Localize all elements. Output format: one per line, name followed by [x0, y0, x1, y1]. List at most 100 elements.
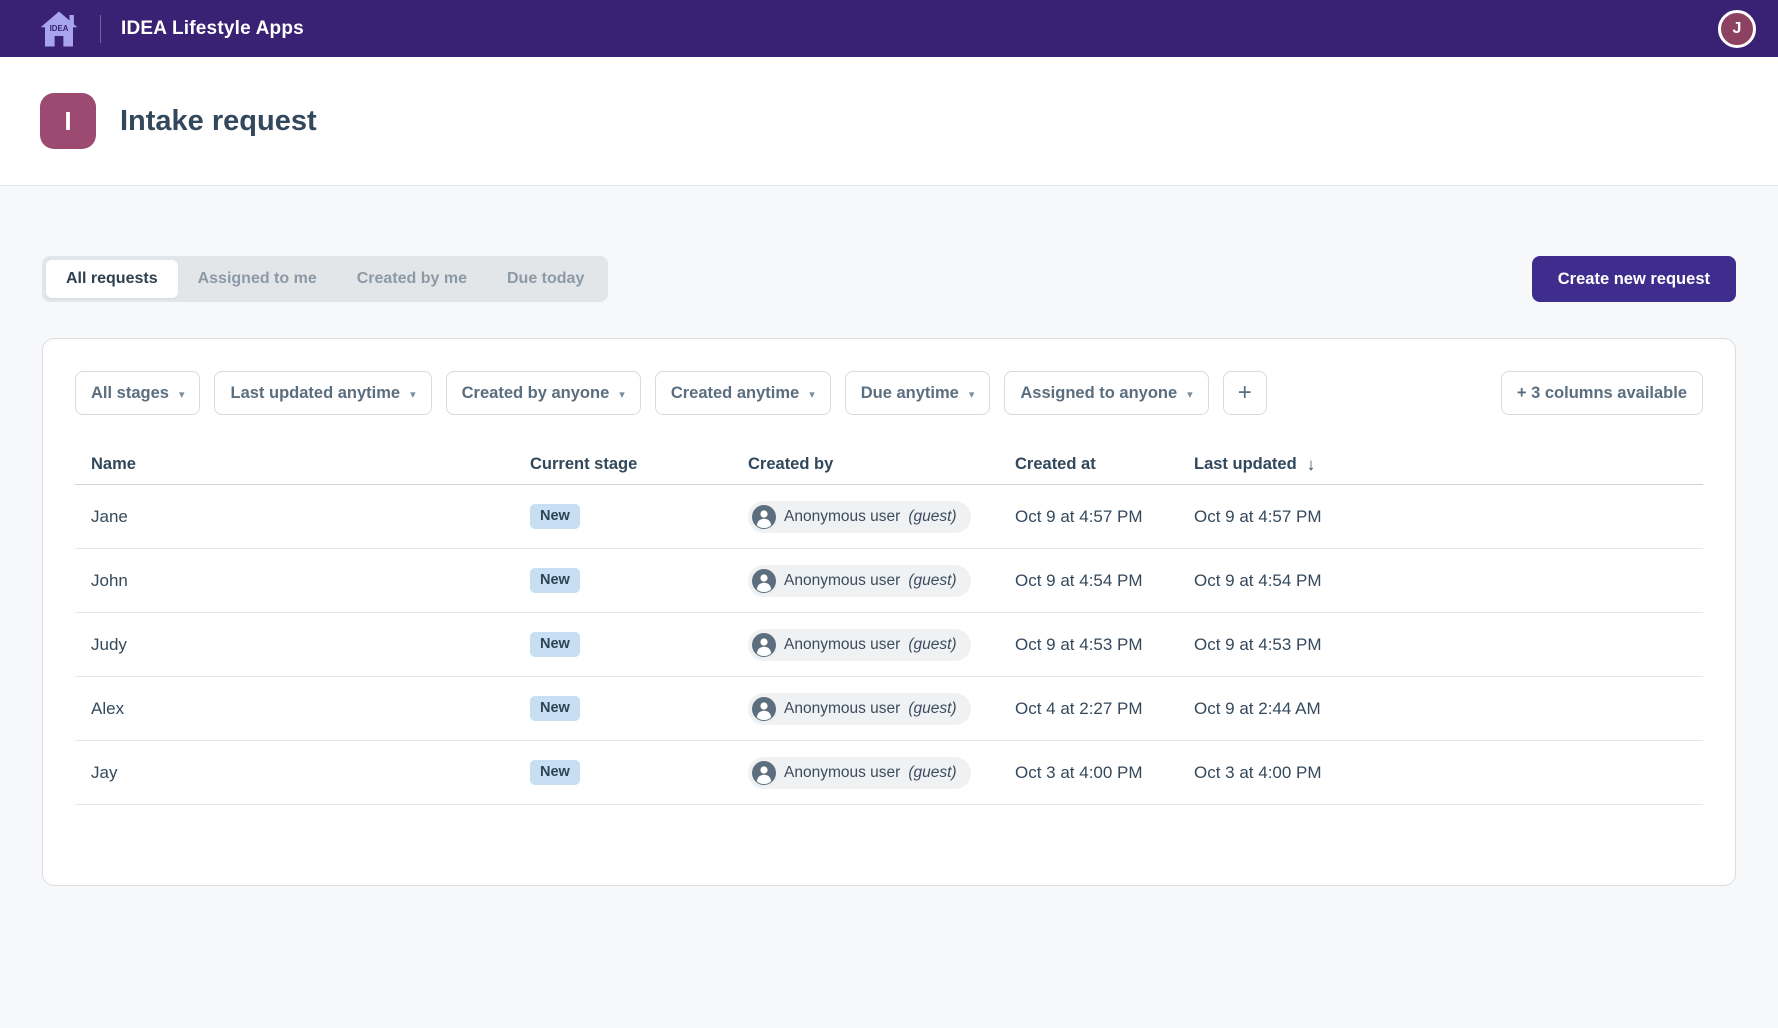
creator-name: Anonymous user — [784, 572, 900, 590]
requests-table: Name Current stage Created by Created at… — [75, 445, 1703, 805]
cell-last-updated: Oct 9 at 4:54 PM — [1178, 571, 1703, 591]
stage-badge: New — [530, 632, 580, 657]
table-row[interactable]: Alex New Anonymous user (guest) Oct 4 at… — [75, 677, 1703, 741]
cell-current-stage: New — [514, 760, 732, 785]
cell-last-updated: Oct 3 at 4:00 PM — [1178, 763, 1703, 783]
table-body: Jane New Anonymous user (guest) Oct 9 at… — [75, 485, 1703, 805]
chevron-down-icon: ▾ — [1187, 388, 1193, 401]
creator-name: Anonymous user — [784, 700, 900, 718]
filter-created-by[interactable]: Created by anyone ▾ — [446, 371, 641, 415]
column-header-created-at[interactable]: Created at — [999, 455, 1178, 474]
user-avatar[interactable]: J — [1718, 10, 1756, 48]
stage-badge: New — [530, 696, 580, 721]
chevron-down-icon: ▾ — [410, 388, 416, 401]
column-header-created-by[interactable]: Created by — [732, 455, 999, 474]
home-logo-icon[interactable]: IDEA — [38, 8, 80, 50]
creator-pill: Anonymous user (guest) — [748, 757, 971, 789]
filter-all-stages[interactable]: All stages ▾ — [75, 371, 200, 415]
column-header-name[interactable]: Name — [75, 455, 514, 474]
cell-current-stage: New — [514, 504, 732, 529]
cell-created-at: Oct 3 at 4:00 PM — [999, 763, 1178, 783]
page-title: Intake request — [120, 105, 317, 138]
creator-guest-suffix: (guest) — [908, 572, 956, 590]
chevron-down-icon: ▾ — [619, 388, 625, 401]
requests-card: All stages ▾ Last updated anytime ▾ Crea… — [42, 338, 1736, 886]
stage-badge: New — [530, 568, 580, 593]
cell-created-by: Anonymous user (guest) — [732, 629, 999, 661]
creator-pill: Anonymous user (guest) — [748, 693, 971, 725]
cell-created-at: Oct 9 at 4:54 PM — [999, 571, 1178, 591]
table-row[interactable]: Jay New Anonymous user (guest) Oct 3 at … — [75, 741, 1703, 805]
tab-assigned-to-me[interactable]: Assigned to me — [178, 260, 337, 298]
cell-name: Judy — [75, 635, 514, 655]
cell-last-updated: Oct 9 at 4:57 PM — [1178, 507, 1703, 527]
anonymous-user-icon — [752, 569, 776, 593]
stage-badge: New — [530, 504, 580, 529]
chevron-down-icon: ▾ — [969, 388, 975, 401]
app-title: IDEA Lifestyle Apps — [121, 18, 304, 40]
app-icon-letter: I — [64, 106, 71, 137]
avatar-initial: J — [1733, 20, 1742, 38]
filter-last-updated[interactable]: Last updated anytime ▾ — [214, 371, 431, 415]
page-header: I Intake request — [0, 57, 1778, 186]
navbar-left-group: IDEA IDEA Lifestyle Apps — [38, 8, 304, 50]
cell-name: John — [75, 571, 514, 591]
creator-guest-suffix: (guest) — [908, 508, 956, 526]
top-navbar: IDEA IDEA Lifestyle Apps J — [0, 0, 1778, 57]
tab-created-by-me[interactable]: Created by me — [337, 260, 487, 298]
filter-label: Created anytime — [671, 384, 799, 403]
cell-current-stage: New — [514, 568, 732, 593]
cell-created-by: Anonymous user (guest) — [732, 565, 999, 597]
sort-descending-icon[interactable]: ↓ — [1307, 455, 1316, 475]
filter-label: Last updated anytime — [230, 384, 400, 403]
filter-label: All stages — [91, 384, 169, 403]
filters-row: All stages ▾ Last updated anytime ▾ Crea… — [75, 371, 1703, 415]
cell-created-by: Anonymous user (guest) — [732, 501, 999, 533]
filter-due-anytime[interactable]: Due anytime ▾ — [845, 371, 991, 415]
tab-due-today[interactable]: Due today — [487, 260, 604, 298]
plus-icon: + — [1238, 379, 1252, 407]
anonymous-user-icon — [752, 697, 776, 721]
creator-guest-suffix: (guest) — [908, 636, 956, 654]
column-header-last-updated[interactable]: Last updated ↓ — [1178, 455, 1703, 475]
anonymous-user-icon — [752, 505, 776, 529]
cell-created-at: Oct 9 at 4:57 PM — [999, 507, 1178, 527]
creator-pill: Anonymous user (guest) — [748, 501, 971, 533]
cell-name: Jay — [75, 763, 514, 783]
table-row[interactable]: Jane New Anonymous user (guest) Oct 9 at… — [75, 485, 1703, 549]
filter-created-anytime[interactable]: Created anytime ▾ — [655, 371, 831, 415]
create-new-request-button[interactable]: Create new request — [1532, 256, 1736, 302]
cell-current-stage: New — [514, 696, 732, 721]
svg-text:IDEA: IDEA — [50, 23, 69, 32]
chevron-down-icon: ▾ — [809, 388, 815, 401]
creator-name: Anonymous user — [784, 508, 900, 526]
filter-assigned-to[interactable]: Assigned to anyone ▾ — [1004, 371, 1208, 415]
cell-created-by: Anonymous user (guest) — [732, 693, 999, 725]
tab-all-requests[interactable]: All requests — [46, 260, 178, 298]
anonymous-user-icon — [752, 633, 776, 657]
intake-app-icon: I — [40, 93, 96, 149]
creator-name: Anonymous user — [784, 764, 900, 782]
stage-badge: New — [530, 760, 580, 785]
table-row[interactable]: Judy New Anonymous user (guest) Oct 9 at… — [75, 613, 1703, 677]
view-tabs: All requests Assigned to me Created by m… — [42, 256, 608, 302]
creator-guest-suffix: (guest) — [908, 764, 956, 782]
creator-name: Anonymous user — [784, 636, 900, 654]
add-filter-button[interactable]: + — [1223, 371, 1267, 415]
cell-last-updated: Oct 9 at 4:53 PM — [1178, 635, 1703, 655]
table-row[interactable]: John New Anonymous user (guest) Oct 9 at… — [75, 549, 1703, 613]
creator-pill: Anonymous user (guest) — [748, 565, 971, 597]
columns-available-button[interactable]: + 3 columns available — [1501, 371, 1703, 415]
column-header-current-stage[interactable]: Current stage — [514, 455, 732, 474]
cell-created-at: Oct 4 at 2:27 PM — [999, 699, 1178, 719]
anonymous-user-icon — [752, 761, 776, 785]
cell-last-updated: Oct 9 at 2:44 AM — [1178, 699, 1703, 719]
filter-label: Created by anyone — [462, 384, 610, 403]
filter-label: Assigned to anyone — [1020, 384, 1177, 403]
table-header: Name Current stage Created by Created at… — [75, 445, 1703, 485]
filter-label: Due anytime — [861, 384, 959, 403]
navbar-divider — [100, 15, 101, 43]
cell-name: Alex — [75, 699, 514, 719]
column-header-label: Last updated — [1194, 455, 1297, 474]
chevron-down-icon: ▾ — [179, 388, 185, 401]
